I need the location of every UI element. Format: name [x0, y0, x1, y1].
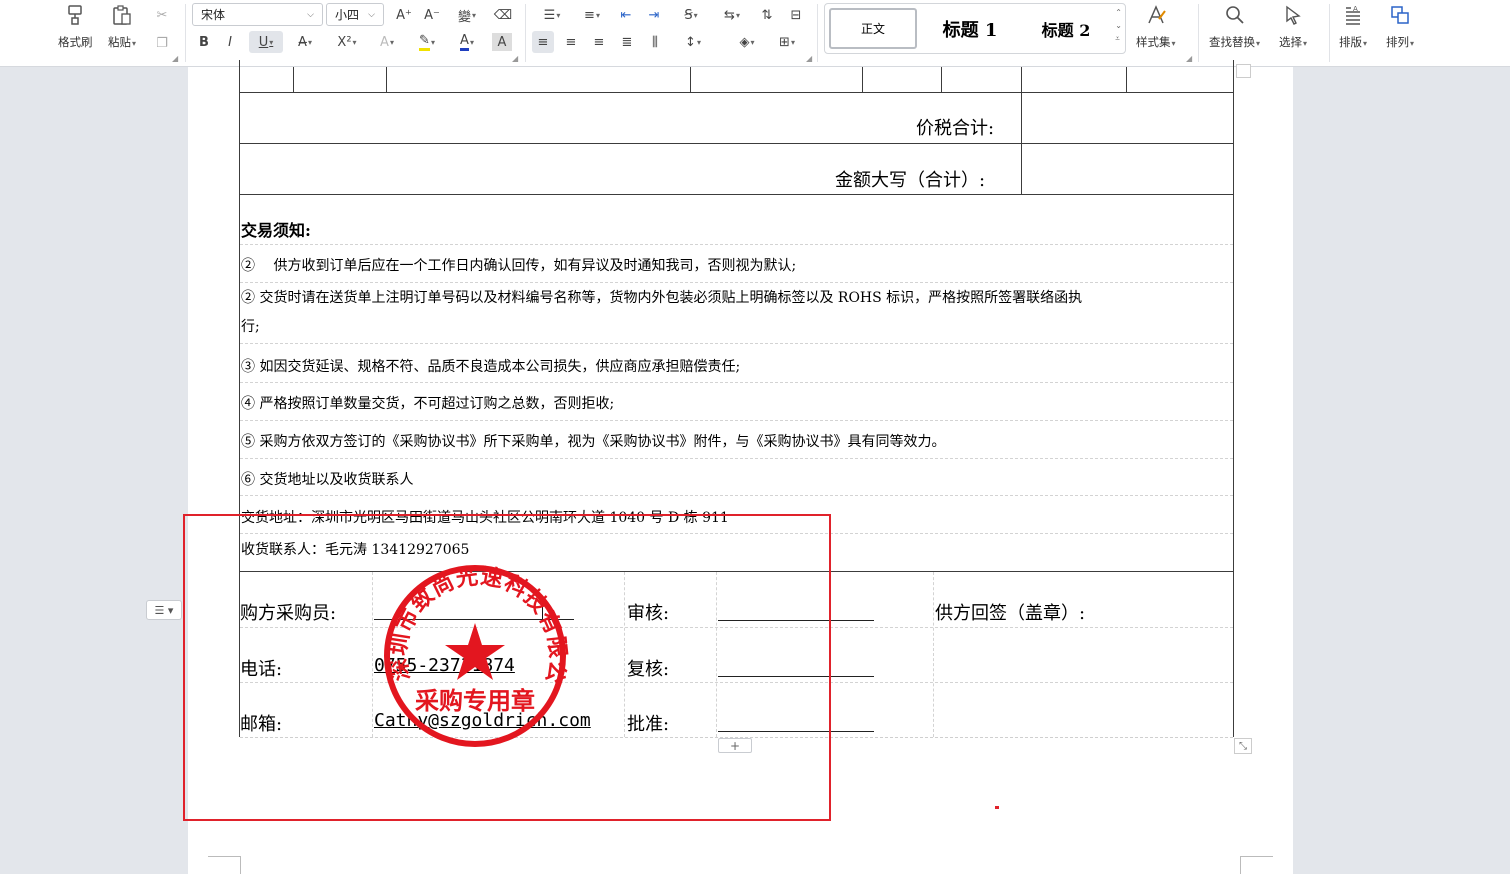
sort-icon[interactable]: ⇅: [756, 4, 778, 26]
clipboard-expand-icon[interactable]: ◢: [172, 54, 178, 63]
font-name-select[interactable]: 宋体 ⌵: [192, 3, 323, 26]
style-heading-2[interactable]: 标题 2: [1021, 8, 1111, 49]
line-spacing-icon[interactable]: ↕ ▾: [676, 31, 710, 53]
align-right-icon[interactable]: ≡: [588, 31, 610, 53]
notice-item-1: ② 供方收到订单后应在一个工作日内确认回传，如有异议及时通知我司，否则视为默认;: [241, 258, 797, 274]
page-corner-mark: [208, 856, 241, 874]
notice-item-3: ③ 如因交货延误、规格不符、品质不良造成本公司损失，供应商应承担赔偿责任;: [241, 359, 741, 375]
paste-icon: [109, 2, 135, 28]
notice-item-4: ④ 严格按照订单数量交货，不可超过订购之总数，否则拒收;: [241, 396, 615, 412]
cut-icon[interactable]: ✂: [151, 4, 173, 26]
chinese-layout-icon[interactable]: Ꞩ ▾: [674, 4, 708, 26]
char-shading-icon[interactable]: A: [492, 33, 512, 51]
shading-icon[interactable]: ◈ ▾: [730, 31, 764, 53]
italic-icon[interactable]: I: [219, 31, 241, 53]
table-row: [239, 60, 1234, 93]
table-handle-icon[interactable]: [1236, 64, 1251, 78]
font-grow-icon[interactable]: A⁺: [393, 4, 415, 26]
align-center-icon[interactable]: ≡: [560, 31, 582, 53]
red-mark: [995, 806, 999, 809]
amount-words-row: [239, 143, 1234, 195]
style-heading-1[interactable]: 标题 1: [923, 8, 1017, 49]
paste-button[interactable]: 粘贴▾: [108, 2, 136, 50]
style-normal[interactable]: 正文: [829, 8, 917, 49]
bold-icon[interactable]: B: [193, 31, 215, 53]
show-marks-icon[interactable]: ⊟: [785, 4, 807, 26]
notice-item-5: ⑤ 采购方依双方签订的《采购协议书》所下采购单，视为《采购协议书》附件，与《采购…: [241, 434, 946, 450]
select-button[interactable]: 选择▾: [1279, 2, 1307, 50]
layout-button[interactable]: A 排版▾: [1339, 2, 1367, 50]
notice-item-6: ⑥ 交货地址以及收货联系人: [241, 472, 414, 488]
bullet-list-icon[interactable]: ☰ ▾: [535, 4, 569, 26]
arrange-button[interactable]: 排列▾: [1386, 2, 1414, 50]
eraser-icon[interactable]: ⌫: [492, 4, 514, 26]
cursor-arrow-icon: [1280, 2, 1306, 28]
highlight-icon[interactable]: ✎ ▾: [410, 31, 444, 53]
font-size-select[interactable]: 小四 ⌵: [326, 3, 384, 26]
notice-item-2: ② 交货时请在送货单上注明订单号码以及材料编号名称等，货物内外包装必须贴上明确标…: [241, 290, 1083, 306]
layout-icon: A: [1340, 2, 1366, 28]
format-painter-icon: [62, 2, 88, 28]
superscript-icon[interactable]: X² ▾: [330, 31, 364, 53]
increase-indent-icon[interactable]: ⇥: [643, 4, 665, 26]
font-color-icon[interactable]: A ▾: [450, 31, 484, 53]
style-set-button[interactable]: 样式集▾: [1136, 2, 1176, 50]
total-tax-label: 价税合计:: [916, 118, 995, 139]
strikethrough-icon[interactable]: A̶ ▾: [288, 31, 322, 53]
ribbon-toolbar: 格式刷 粘贴▾ ✂ ❐ ◢ 宋体 ⌵ 小四 ⌵ A⁺ A⁻ 變 ▾ ⌫ B I U ▾ …: [0, 0, 1510, 67]
notice-item-2-cont: 行;: [241, 319, 260, 335]
align-left-icon[interactable]: ≡: [532, 31, 554, 53]
table-resize-icon[interactable]: ⤡: [1234, 738, 1252, 754]
decrease-indent-icon[interactable]: ⇤: [615, 4, 637, 26]
page-corner-mark: [1240, 856, 1273, 874]
style-gallery: 正文 标题 1 标题 2 ⌃ ⌄ ⩡: [824, 3, 1126, 54]
text-direction-icon[interactable]: ⇆ ▾: [715, 4, 749, 26]
style-set-icon: [1143, 2, 1169, 28]
underline-icon[interactable]: U ▾: [249, 31, 283, 53]
svg-text:A: A: [1353, 5, 1358, 13]
style-scroll-icon[interactable]: ⌃ ⌄ ⩡: [1115, 6, 1122, 45]
borders-icon[interactable]: ⊞ ▾: [770, 31, 804, 53]
copy-icon[interactable]: ❐: [151, 32, 173, 54]
text-effect-icon[interactable]: A ▾: [370, 31, 404, 53]
justify-icon[interactable]: ≣: [616, 31, 638, 53]
numbered-list-icon[interactable]: ≡ ▾: [575, 4, 609, 26]
amount-words-label: 金额大写（合计）:: [835, 170, 986, 191]
format-painter-button[interactable]: 格式刷: [58, 2, 93, 50]
notice-title: 交易须知:: [241, 221, 311, 240]
phonetic-icon[interactable]: 變 ▾: [452, 4, 482, 26]
supplier-sign-label: 供方回签（盖章）:: [935, 603, 1086, 624]
selection-highlight-box: [183, 514, 831, 821]
distributed-icon[interactable]: ⫼: [644, 31, 666, 53]
arrange-icon: [1387, 2, 1413, 28]
search-icon: [1222, 2, 1248, 28]
total-tax-row: [239, 92, 1234, 144]
font-shrink-icon[interactable]: A⁻: [421, 4, 443, 26]
find-replace-button[interactable]: 查找替换▾: [1209, 2, 1260, 50]
paragraph-handle-icon[interactable]: ☰ ▾: [146, 600, 182, 620]
